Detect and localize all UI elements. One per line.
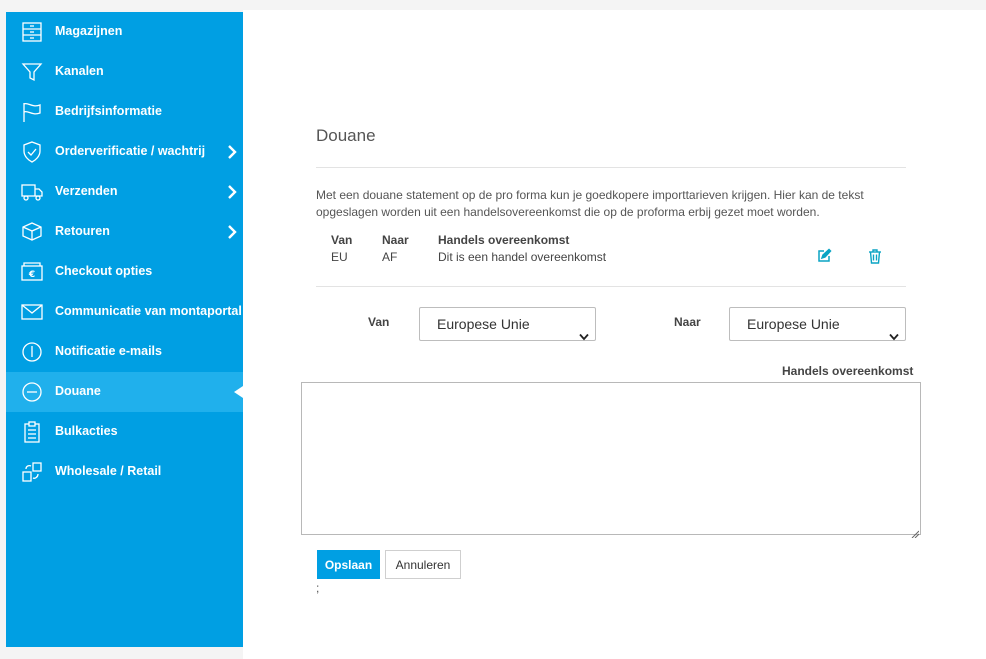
sidebar-item-verzenden[interactable]: Verzenden	[6, 172, 243, 212]
sidebar-item-label: Notificatie e-mails	[55, 344, 162, 358]
main-content: Douane Met een douane statement op de pr…	[243, 10, 986, 659]
save-button[interactable]: Opslaan	[317, 550, 380, 579]
sidebar-item-label: Retouren	[55, 224, 110, 238]
sidebar-item-label: Communicatie van montaportal	[55, 304, 242, 318]
sidebar-item-orderverificatie[interactable]: Orderverificatie / wachtrij	[6, 132, 243, 172]
sidebar-item-kanalen[interactable]: Kanalen	[6, 52, 243, 92]
chevron-right-icon	[227, 224, 237, 240]
minus-circle-icon	[20, 380, 44, 404]
sidebar-item-label: Checkout opties	[55, 264, 153, 278]
sidebar-item-label: Douane	[55, 384, 101, 398]
sidebar-item-retouren[interactable]: Retouren	[6, 212, 243, 252]
table-header-handels-overeenkomst: Handels overeenkomst	[438, 233, 570, 247]
sidebar-item-wholesale-retail[interactable]: Wholesale / Retail	[6, 452, 243, 492]
euro-card-icon: €	[20, 260, 44, 284]
chevron-right-icon	[227, 144, 237, 160]
table-cell-van: EU	[331, 250, 348, 264]
funnel-icon	[20, 60, 44, 84]
sidebar-item-bulkacties[interactable]: Bulkacties	[6, 412, 243, 452]
return-box-icon	[20, 220, 44, 244]
edit-icon[interactable]	[816, 248, 832, 264]
chevron-down-icon	[579, 320, 589, 341]
shield-check-icon	[20, 140, 44, 164]
sidebar-item-communicatie[interactable]: Communicatie van montaportal	[6, 292, 243, 332]
envelope-icon	[20, 300, 44, 324]
table-cell-naar: AF	[382, 250, 398, 264]
flag-icon	[20, 100, 44, 124]
divider	[316, 286, 906, 287]
van-select-value: Europese Unie	[437, 316, 530, 332]
page-description: Met een douane statement op de pro forma…	[316, 188, 864, 219]
sidebar-item-notificatie-emails[interactable]: Notificatie e-mails	[6, 332, 243, 372]
van-select[interactable]: Europese Unie	[419, 307, 596, 341]
sidebar: Magazijnen Kanalen Bedrijfsinformatie Or…	[6, 12, 243, 647]
warehouse-icon	[20, 20, 44, 44]
cancel-button[interactable]: Annuleren	[385, 550, 461, 579]
sidebar-item-douane[interactable]: Douane	[6, 372, 243, 412]
sidebar-item-label: Wholesale / Retail	[55, 464, 162, 478]
boxes-icon	[20, 460, 44, 484]
agreement-label: Handels overeenkomst	[782, 364, 914, 378]
truck-icon	[20, 180, 44, 204]
sidebar-item-label: Bulkacties	[55, 424, 118, 438]
divider	[316, 167, 906, 168]
table-cell-handels-overeenkomst: Dit is een handel overeenkomst	[438, 250, 607, 264]
sidebar-item-label: Magazijnen	[55, 24, 123, 38]
table-header-van: Van	[331, 233, 353, 247]
resize-grip-icon[interactable]	[911, 525, 920, 539]
alert-circle-icon	[20, 340, 44, 364]
svg-text:€: €	[28, 270, 35, 280]
sidebar-item-checkout-opties[interactable]: € Checkout opties	[6, 252, 243, 292]
naar-label: Naar	[674, 315, 701, 329]
sidebar-item-label: Bedrijfsinformatie	[55, 104, 162, 118]
active-indicator	[234, 386, 243, 398]
chevron-down-icon	[889, 320, 899, 341]
sidebar-item-magazijnen[interactable]: Magazijnen	[6, 12, 243, 52]
sidebar-item-label: Kanalen	[55, 64, 104, 78]
agreement-textarea[interactable]	[301, 382, 921, 535]
sidebar-item-label: Verzenden	[55, 184, 118, 198]
page-title: Douane	[316, 126, 376, 145]
table-header-naar: Naar	[382, 233, 409, 247]
trailing-text: ;	[316, 581, 320, 595]
naar-select[interactable]: Europese Unie	[729, 307, 906, 341]
chevron-right-icon	[227, 184, 237, 200]
trash-icon[interactable]	[867, 248, 883, 264]
naar-select-value: Europese Unie	[747, 316, 840, 332]
van-label: Van	[368, 315, 390, 329]
sidebar-item-label: Orderverificatie / wachtrij	[55, 144, 206, 158]
clipboard-icon	[20, 420, 44, 444]
sidebar-item-bedrijfsinformatie[interactable]: Bedrijfsinformatie	[6, 92, 243, 132]
